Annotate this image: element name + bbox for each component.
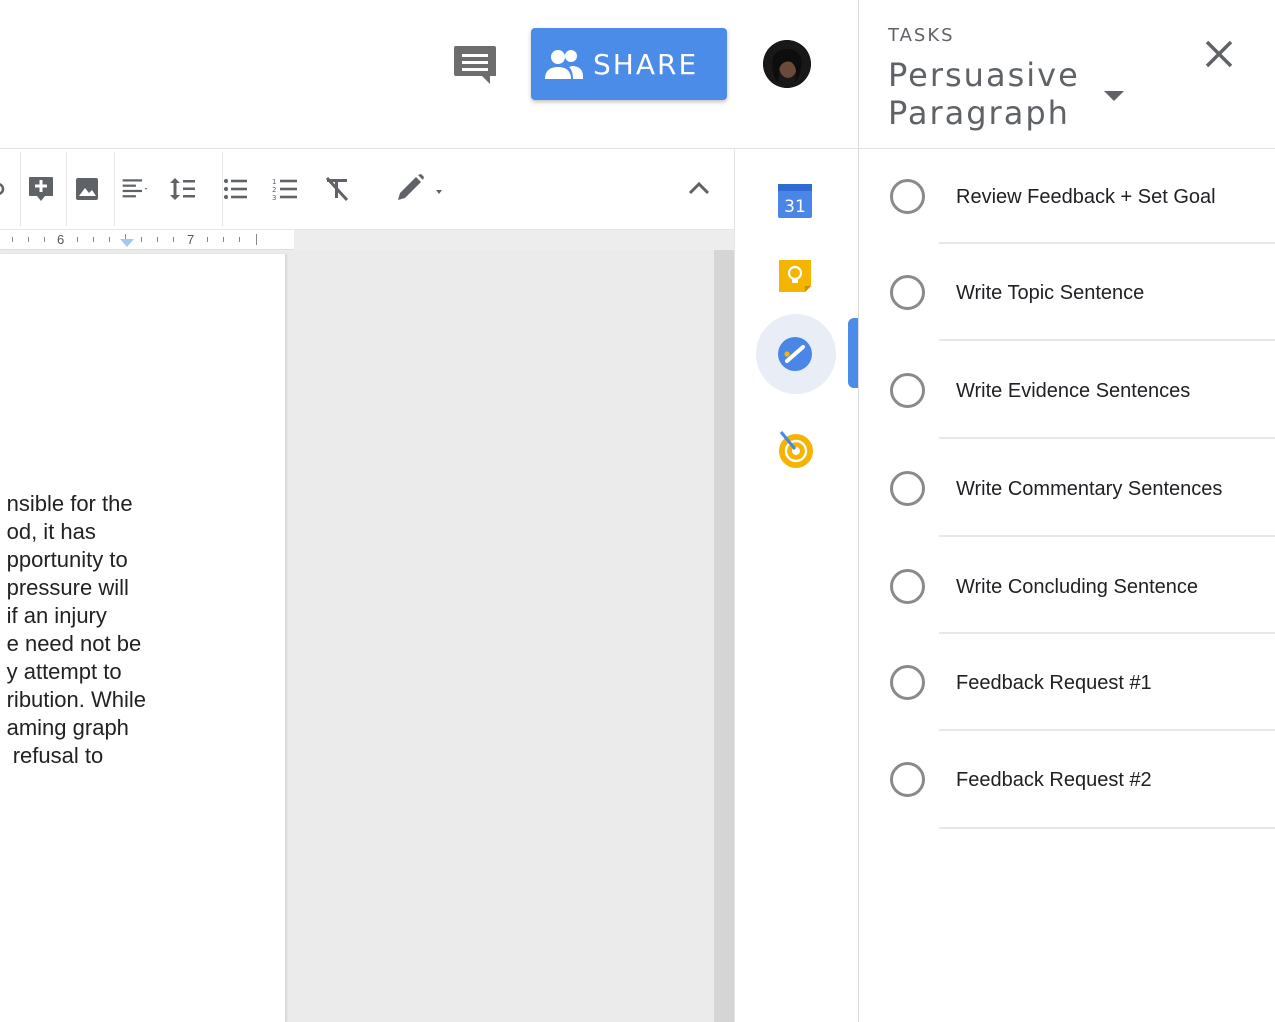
vertical-scrollbar[interactable]: [714, 250, 734, 1022]
ruler-number: 6: [57, 232, 65, 247]
document-line: pportunity to: [6, 547, 128, 572]
document-body[interactable]: nsible for the od, it has pportunity to …: [7, 490, 146, 770]
document-line: refusal to: [6, 743, 104, 768]
task-divider: [939, 535, 1275, 537]
task-label[interactable]: Write Commentary Sentences: [956, 478, 1222, 501]
task-checkbox[interactable]: [890, 471, 925, 506]
task-item[interactable]: Write Concluding Sentence: [859, 538, 1275, 635]
insert-image-icon[interactable]: [70, 172, 104, 206]
avatar[interactable]: [763, 40, 811, 88]
task-checkbox[interactable]: [890, 179, 925, 214]
keep-icon[interactable]: [775, 256, 815, 296]
task-item[interactable]: Review Feedback + Set Goal: [859, 149, 1275, 246]
ruler-margin-area: [294, 230, 734, 250]
svg-text:1: 1: [272, 178, 276, 186]
task-label[interactable]: Feedback Request #1: [956, 672, 1152, 695]
task-checkbox[interactable]: [890, 275, 925, 310]
ruler-tick: [77, 237, 78, 242]
task-item[interactable]: Feedback Request #1: [859, 635, 1275, 732]
toolbar-divider: [66, 152, 67, 226]
tasks-section-label: TASKS: [888, 25, 955, 46]
line-spacing-icon[interactable]: [166, 172, 200, 206]
task-item[interactable]: Feedback Request #2: [859, 732, 1275, 829]
toolbar-divider: [20, 152, 21, 226]
ruler[interactable]: 6 7: [0, 230, 294, 250]
bulleted-list-icon[interactable]: [218, 172, 252, 206]
close-icon[interactable]: [1201, 36, 1237, 72]
ruler-tick: [223, 237, 224, 242]
task-checkbox[interactable]: [890, 373, 925, 408]
comment-history-icon[interactable]: [452, 42, 498, 86]
ruler-tick: [109, 237, 110, 242]
ruler-number: 7: [187, 232, 195, 247]
svg-text:2: 2: [272, 186, 276, 194]
collapse-toolbar-icon[interactable]: [682, 172, 716, 206]
task-label[interactable]: Review Feedback + Set Goal: [956, 186, 1216, 209]
document-line: od, it has: [6, 519, 96, 544]
chevron-down-icon[interactable]: [1099, 86, 1129, 106]
ruler-tick: [207, 237, 208, 242]
tasks-panel: TASKS Persuasive Paragraph Review Feedba…: [858, 0, 1275, 1022]
document-line: ribution. While: [6, 687, 146, 712]
task-divider: [939, 827, 1275, 829]
task-label[interactable]: Write Evidence Sentences: [956, 380, 1190, 403]
task-item[interactable]: Write Topic Sentence: [859, 245, 1275, 342]
align-left-icon[interactable]: [118, 172, 152, 206]
ruler-tick: [173, 237, 174, 242]
numbered-list-icon[interactable]: 123: [268, 172, 302, 206]
indent-marker[interactable]: [120, 239, 134, 247]
editing-mode-icon[interactable]: [392, 172, 448, 206]
document-line: y attempt to: [6, 659, 122, 684]
document-line: aming graph: [6, 715, 129, 740]
task-label[interactable]: Feedback Request #2: [956, 769, 1152, 792]
task-checkbox[interactable]: [890, 569, 925, 604]
task-divider: [939, 437, 1275, 439]
task-divider: [939, 729, 1275, 731]
task-list-title[interactable]: Persuasive Paragraph: [888, 56, 1098, 132]
formatting-toolbar: 123: [0, 150, 734, 230]
toolbar-divider: [114, 152, 115, 226]
task-label[interactable]: Write Topic Sentence: [956, 282, 1144, 305]
docs-window: SHARE 123 6 7 nsible for the od, it has …: [0, 0, 1275, 1022]
ruler-tick: [157, 237, 158, 242]
task-item[interactable]: Write Commentary Sentences: [859, 440, 1275, 537]
ruler-tick: [44, 237, 45, 242]
task-divider: [939, 242, 1275, 244]
ruler-tick: [239, 237, 240, 242]
task-item[interactable]: Write Evidence Sentences: [859, 342, 1275, 439]
tasks-icon[interactable]: [775, 334, 815, 374]
ruler-tick: [141, 237, 142, 242]
ruler-tick: [12, 237, 13, 242]
top-bar: SHARE: [0, 0, 858, 149]
task-checkbox[interactable]: [890, 665, 925, 700]
task-divider: [939, 339, 1275, 341]
tasks-header: TASKS Persuasive Paragraph: [859, 0, 1275, 149]
ruler-tick: [256, 234, 257, 245]
clear-formatting-icon[interactable]: [320, 172, 354, 206]
task-label[interactable]: Write Concluding Sentence: [956, 576, 1198, 599]
calendar-icon[interactable]: 31: [775, 181, 815, 221]
document-line: if an injury: [6, 603, 107, 628]
ruler-tick: [28, 237, 29, 242]
insert-comment-icon[interactable]: [24, 172, 58, 206]
link-icon[interactable]: [0, 180, 8, 198]
task-checkbox[interactable]: [890, 762, 925, 797]
document-page[interactable]: nsible for the od, it has pportunity to …: [0, 254, 286, 1022]
svg-text:3: 3: [272, 194, 276, 202]
share-button-label: SHARE: [593, 47, 699, 81]
goals-icon[interactable]: [775, 429, 815, 469]
document-line: nsible for the: [6, 491, 133, 516]
document-line: pressure will: [6, 575, 129, 600]
document-line: e need not be: [6, 631, 142, 656]
side-panel-apps: 31: [734, 150, 858, 1022]
people-icon: [545, 50, 583, 79]
share-button[interactable]: SHARE: [531, 28, 727, 100]
task-divider: [939, 632, 1275, 634]
ruler-tick: [93, 237, 94, 242]
calendar-day-text: 31: [784, 197, 806, 217]
